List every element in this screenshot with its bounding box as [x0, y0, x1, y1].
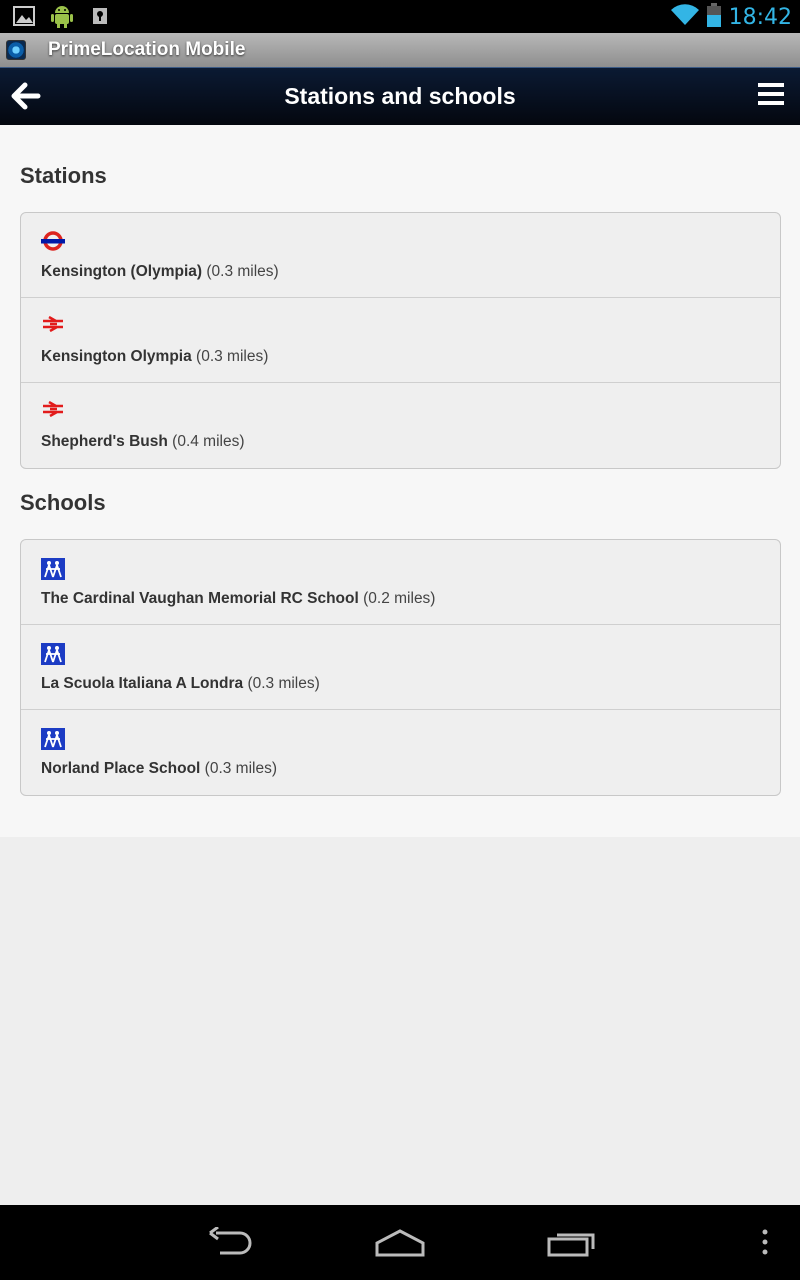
school-name: The Cardinal Vaughan Memorial RC School: [41, 590, 359, 607]
rail-icon: [41, 400, 65, 421]
schools-list: The Cardinal Vaughan Memorial RC School …: [20, 539, 781, 796]
school-distance: (0.3 miles): [247, 675, 320, 692]
back-nav-icon[interactable]: [206, 1225, 254, 1259]
school-item[interactable]: Norland Place School (0.3 miles): [21, 710, 780, 795]
station-name: Shepherd's Bush: [41, 433, 168, 450]
keyhole-icon: [88, 4, 112, 28]
app-title-bar: PrimeLocation Mobile: [0, 33, 800, 67]
recent-apps-icon[interactable]: [547, 1227, 597, 1259]
status-bar: 18:42: [0, 0, 800, 33]
page-header: Stations and schools: [0, 67, 800, 125]
station-name: Kensington Olympia: [41, 348, 192, 365]
school-distance: (0.3 miles): [204, 760, 278, 777]
station-distance: (0.3 miles): [196, 348, 269, 365]
station-distance: (0.3 miles): [206, 263, 279, 280]
school-name: La Scuola Italiana A Londra: [41, 675, 244, 692]
wifi-icon: [670, 4, 699, 31]
back-arrow-icon[interactable]: [10, 81, 42, 111]
page-title: Stations and schools: [284, 83, 516, 109]
underground-icon: [41, 231, 65, 251]
app-logo-icon: [6, 40, 26, 60]
android-icon: [50, 4, 74, 28]
content-area: Stations Kensington (Olympia) (0.3 miles…: [0, 125, 800, 837]
school-icon: [41, 643, 65, 665]
stations-list: Kensington (Olympia) (0.3 miles) Kensing…: [20, 212, 781, 469]
gallery-icon: [12, 4, 36, 28]
school-icon: [41, 728, 65, 750]
school-name: Norland Place School: [41, 760, 201, 777]
menu-icon[interactable]: [758, 82, 784, 108]
clock: 18:42: [728, 5, 792, 30]
school-distance: (0.2 miles): [363, 590, 436, 607]
station-distance: (0.4 miles): [172, 433, 245, 450]
battery-icon: [706, 3, 721, 32]
school-item[interactable]: The Cardinal Vaughan Memorial RC School …: [21, 540, 780, 625]
station-item[interactable]: Shepherd's Bush (0.4 miles): [21, 383, 780, 468]
school-icon: [41, 558, 65, 580]
station-item[interactable]: Kensington Olympia (0.3 miles): [21, 298, 780, 383]
rail-icon: [41, 315, 65, 336]
station-item[interactable]: Kensington (Olympia) (0.3 miles): [21, 213, 780, 298]
schools-heading: Schools: [20, 490, 106, 515]
home-nav-icon[interactable]: [375, 1227, 425, 1259]
station-name: Kensington (Olympia): [41, 263, 203, 280]
app-title: PrimeLocation Mobile: [48, 39, 246, 60]
stations-heading: Stations: [20, 163, 107, 188]
school-item[interactable]: La Scuola Italiana A Londra (0.3 miles): [21, 625, 780, 710]
navigation-bar: [0, 1205, 800, 1280]
overflow-menu-icon[interactable]: [760, 1227, 770, 1259]
